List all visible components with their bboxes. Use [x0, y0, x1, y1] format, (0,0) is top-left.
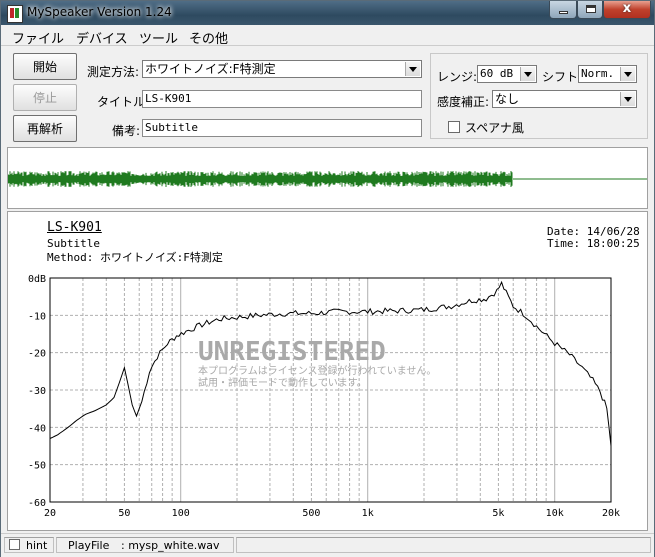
- control-panel: 開始 停止 再解析 測定方法: ホワイトノイズ:F特測定 タイトル: LS-K9…: [1, 47, 654, 145]
- y-tick-label: 0dB: [28, 274, 46, 285]
- shift-select[interactable]: Norm.: [578, 65, 637, 83]
- shift-label: シフト:: [542, 70, 583, 84]
- graph-title: LS-K901: [47, 220, 102, 235]
- watermark-line-2: 試用・評価モードで動作しています。: [198, 376, 367, 389]
- y-tick-label: -40: [28, 423, 46, 434]
- waveform-panel[interactable]: [7, 147, 648, 209]
- spectrum-checkbox[interactable]: [448, 121, 460, 133]
- reanalyze-button[interactable]: 再解析: [13, 115, 77, 142]
- hint-label: hint: [26, 539, 48, 552]
- title-input[interactable]: LS-K901: [142, 90, 422, 108]
- x-tick-label: 5k: [492, 508, 504, 519]
- graph-time: Time: 18:00:25: [547, 237, 640, 250]
- x-tick-label: 10k: [546, 508, 564, 519]
- graph-method: Method: ホワイトノイズ:F特測定: [47, 251, 223, 264]
- close-button[interactable]: x: [603, 1, 651, 19]
- chevron-down-icon: [405, 62, 420, 76]
- waveform: [7, 171, 647, 187]
- range-select[interactable]: 60 dB: [477, 65, 537, 83]
- sensitivity-label: 感度補正:: [437, 95, 490, 109]
- title-bar[interactable]: MySpeaker Version 1.24 x: [1, 1, 654, 25]
- chevron-down-icon: [620, 92, 635, 106]
- hint-checkbox[interactable]: [9, 539, 20, 550]
- range-label: レンジ:: [437, 70, 478, 84]
- y-tick-label: -50: [28, 461, 46, 472]
- y-axis-ticks: 0dB-10-20-30-40-50-60: [28, 274, 46, 509]
- stop-button[interactable]: 停止: [13, 84, 77, 111]
- menu-file[interactable]: ファイル: [12, 28, 64, 47]
- chart-grid: [50, 278, 611, 502]
- chevron-down-icon: [520, 67, 535, 81]
- sensitivity-value: なし: [495, 92, 520, 106]
- method-value: ホワイトノイズ:F特測定: [145, 62, 276, 76]
- x-tick-label: 20k: [602, 508, 620, 519]
- x-tick-label: 20: [44, 508, 56, 519]
- playfile-label: PlayFile: [68, 539, 110, 552]
- window-title: MySpeaker Version 1.24: [27, 5, 172, 19]
- menu-bar: ファイル デバイス ツール その他: [1, 25, 654, 47]
- chevron-down-icon: [620, 67, 635, 81]
- minimize-button[interactable]: [549, 1, 577, 19]
- y-tick-label: -10: [28, 311, 46, 322]
- status-hint-cell: hint: [4, 537, 54, 553]
- y-tick-label: -30: [28, 386, 46, 397]
- note-input[interactable]: Subtitle: [142, 119, 422, 137]
- start-button[interactable]: 開始: [13, 53, 77, 80]
- x-tick-label: 100: [172, 508, 190, 519]
- range-value: 60 dB: [480, 67, 514, 80]
- close-icon: x: [622, 1, 632, 16]
- status-bar: hint PlayFile : mysp_white.wav: [1, 533, 654, 557]
- waveform-signal: [7, 171, 513, 187]
- y-tick-label: -20: [28, 349, 46, 360]
- method-label: 測定方法:: [87, 65, 140, 79]
- note-label: 備考:: [112, 124, 141, 138]
- main-window: MySpeaker Version 1.24 x ファイル デバイス ツール そ…: [0, 0, 655, 557]
- maximize-button[interactable]: [577, 1, 603, 19]
- spectrum-label: スペアナ風: [465, 121, 524, 135]
- status-playfile-cell: PlayFile : mysp_white.wav: [56, 537, 234, 553]
- x-tick-label: 500: [302, 508, 320, 519]
- x-tick-label: 50: [118, 508, 130, 519]
- menu-other[interactable]: その他: [189, 28, 228, 47]
- playfile-value: : mysp_white.wav: [121, 539, 220, 552]
- watermark: UNREGISTERED: [198, 337, 386, 367]
- method-select[interactable]: ホワイトノイズ:F特測定: [142, 60, 422, 78]
- app-icon: [7, 5, 23, 23]
- status-empty-cell: [236, 537, 651, 553]
- x-axis-ticks: 20 50 100 500 1k 5k 10k 20k: [44, 508, 620, 519]
- graph-panel: 0dB -10 -20 -30 -40 -50 -60 20 50 100 500 1k 5k 10k 2…: [7, 211, 648, 531]
- x-tick-label: 1k: [362, 508, 374, 519]
- menu-tools[interactable]: ツール: [139, 28, 178, 47]
- menu-device[interactable]: デバイス: [76, 28, 128, 47]
- watermark-line-1: 本プログラムはライセンス登録が行われていません。: [198, 364, 436, 377]
- sensitivity-select[interactable]: なし: [492, 90, 637, 108]
- shift-value: Norm.: [581, 67, 615, 80]
